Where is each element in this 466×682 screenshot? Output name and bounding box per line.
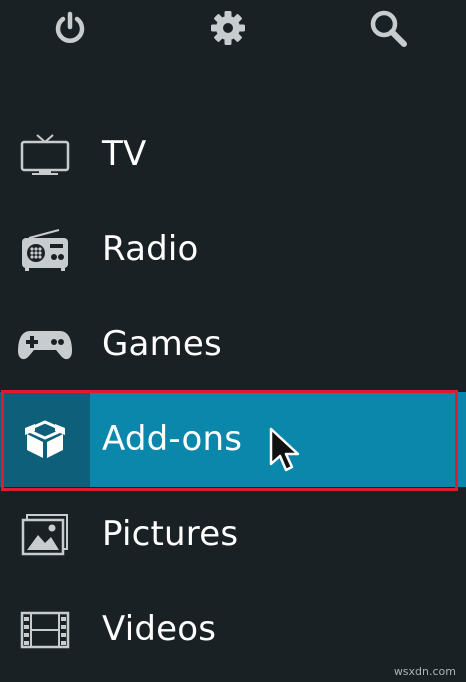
pictures-icon (0, 487, 90, 582)
menu-item-radio[interactable]: Radio (0, 202, 466, 297)
menu-item-videos[interactable]: Videos (0, 582, 466, 677)
menu-item-label: Videos (102, 609, 217, 649)
menu-item-games[interactable]: Games (0, 297, 466, 392)
menu-item-tv[interactable]: TV (0, 107, 466, 202)
top-bar (0, 0, 466, 60)
menu-item-add-ons[interactable]: Add-ons (0, 392, 466, 487)
menu-item-label: Games (102, 324, 222, 364)
tv-icon (0, 107, 90, 202)
menu-item-label: TV (102, 134, 147, 174)
addon-box-icon (0, 392, 90, 487)
menu-item-label: Pictures (102, 514, 239, 554)
watermark: wsxdn.com (393, 665, 456, 678)
settings-gear-icon[interactable] (208, 6, 248, 50)
radio-icon (0, 202, 90, 297)
menu-item-label: Add-ons (102, 419, 243, 459)
gamepad-icon (0, 297, 90, 392)
power-icon[interactable] (50, 6, 90, 50)
film-icon (0, 582, 90, 677)
menu-item-pictures[interactable]: Pictures (0, 487, 466, 582)
search-icon[interactable] (368, 6, 408, 50)
menu-item-label: Radio (102, 229, 199, 269)
